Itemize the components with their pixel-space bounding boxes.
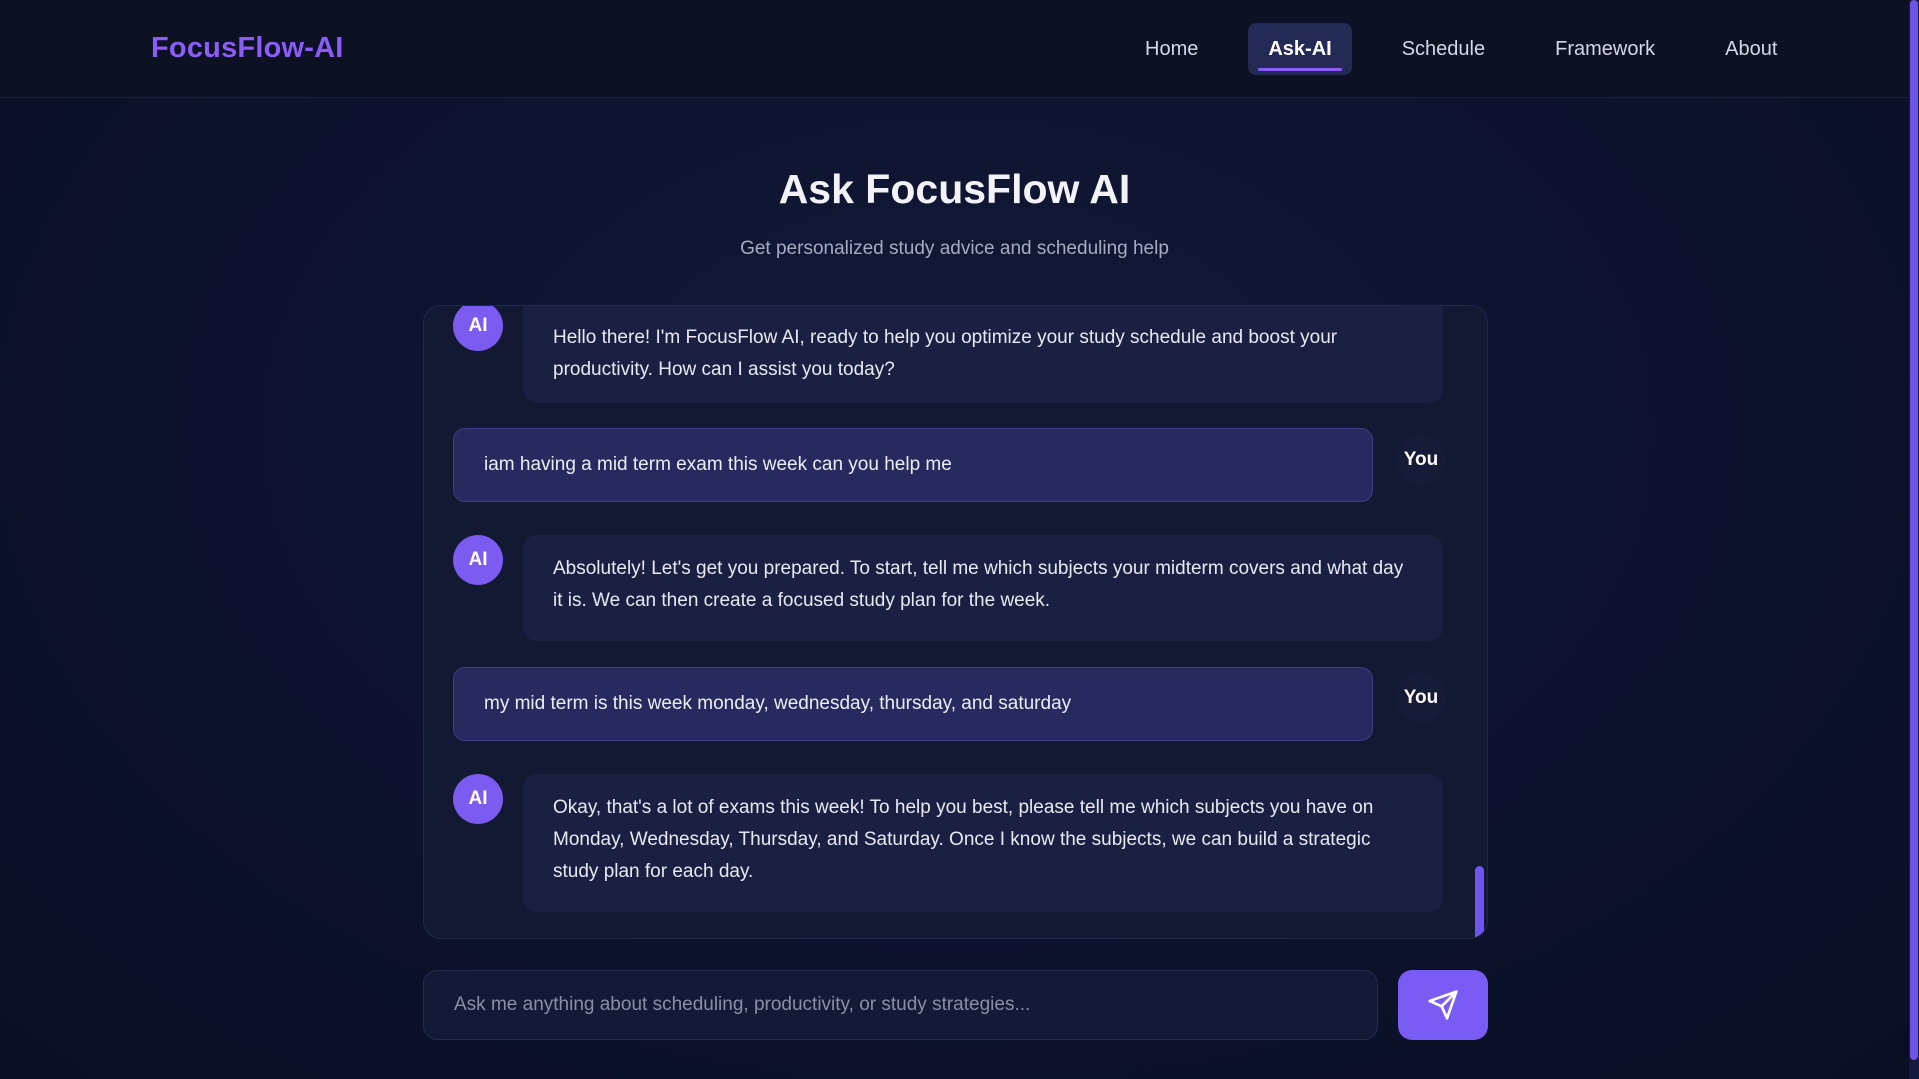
- ai-message-text: Okay, that's a lot of exams this week! T…: [553, 797, 1374, 882]
- app-logo[interactable]: FocusFlow-AI: [151, 32, 344, 65]
- user-message-text: my mid term is this week monday, wednesd…: [484, 693, 1072, 714]
- send-button[interactable]: [1398, 970, 1488, 1040]
- user-message-bubble: iam having a mid term exam this week can…: [453, 428, 1373, 502]
- ai-avatar: AI: [453, 306, 503, 351]
- ai-message-text: Hello there! I'm FocusFlow AI, ready to …: [553, 327, 1338, 380]
- ai-message-bubble: Hello there! I'm FocusFlow AI, ready to …: [523, 306, 1443, 403]
- nav-ask-ai[interactable]: Ask-AI: [1248, 23, 1352, 75]
- nav-framework[interactable]: Framework: [1530, 23, 1680, 75]
- chat-scrollbar-thumb[interactable]: [1475, 866, 1484, 938]
- ai-message-bubble: Okay, that's a lot of exams this week! T…: [523, 774, 1443, 912]
- nav-schedule[interactable]: Schedule: [1377, 23, 1510, 75]
- page-subtitle: Get personalized study advice and schedu…: [740, 238, 1169, 259]
- ai-message-bubble: Absolutely! Let's get you prepared. To s…: [523, 535, 1443, 641]
- ai-avatar: AI: [453, 774, 503, 824]
- chat-messages-panel[interactable]: AI Hello there! I'm FocusFlow AI, ready …: [423, 305, 1488, 939]
- page-scrollbar[interactable]: [1909, 0, 1919, 1079]
- main-nav: Home Ask-AI Schedule Framework About: [1120, 23, 1802, 75]
- chat-input[interactable]: [423, 970, 1378, 1040]
- nav-home[interactable]: Home: [1120, 23, 1223, 75]
- page-scrollbar-thumb[interactable]: [1910, 0, 1918, 1060]
- user-avatar: You: [1396, 673, 1446, 723]
- ai-avatar: AI: [453, 535, 503, 585]
- top-nav-bar: FocusFlow-AI Home Ask-AI Schedule Framew…: [0, 0, 1909, 98]
- user-message-bubble: my mid term is this week monday, wednesd…: [453, 667, 1373, 741]
- user-avatar: You: [1396, 435, 1446, 485]
- ai-message-text: Absolutely! Let's get you prepared. To s…: [553, 558, 1404, 611]
- nav-about[interactable]: About: [1700, 23, 1802, 75]
- send-icon: [1428, 990, 1458, 1020]
- user-message-text: iam having a mid term exam this week can…: [484, 454, 952, 475]
- page-title: Ask FocusFlow AI: [778, 166, 1131, 212]
